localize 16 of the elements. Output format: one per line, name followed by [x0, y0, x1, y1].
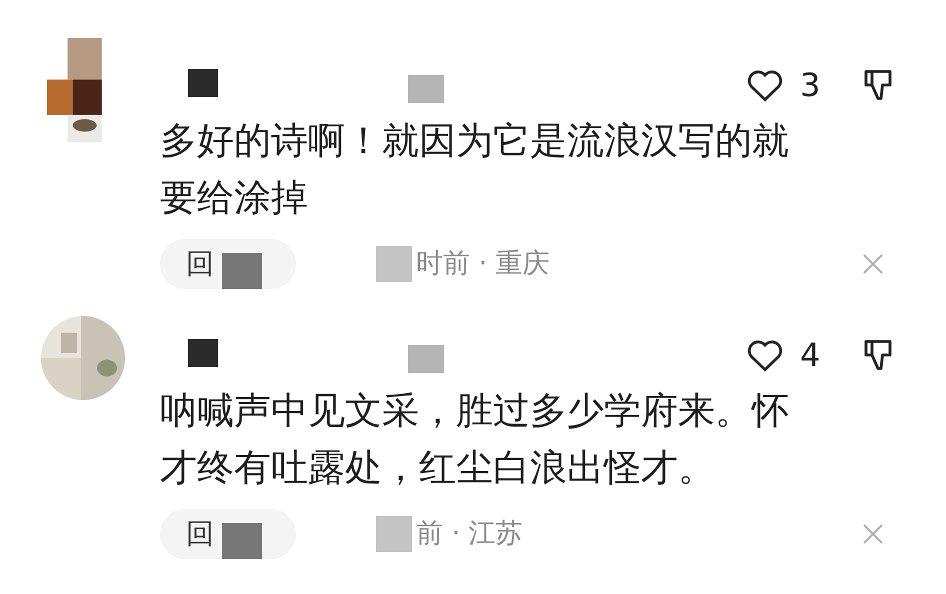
redaction-block — [188, 339, 218, 367]
redaction-block — [408, 75, 444, 103]
heart-icon[interactable] — [746, 338, 784, 372]
redaction-block — [408, 345, 444, 373]
redaction-block — [222, 253, 262, 289]
redaction-block — [376, 516, 412, 552]
redaction-block — [188, 69, 218, 97]
redaction-block — [222, 523, 262, 559]
like-count: 3 — [800, 65, 822, 106]
comment-text: 多好的诗啊！就因为它是流浪汉写的就要给涂掉 — [160, 118, 790, 221]
comment-meta: 时前 · 重庆 — [416, 246, 551, 281]
comment-meta: 前 · 江苏 — [416, 516, 524, 551]
heart-icon[interactable] — [746, 68, 784, 102]
comment-text: 呐喊声中见文采，胜过多少学府来。怀才终有吐露处，红尘白浪出怪才。 — [160, 388, 790, 491]
redaction-block — [376, 246, 412, 282]
like-count: 4 — [800, 335, 822, 376]
